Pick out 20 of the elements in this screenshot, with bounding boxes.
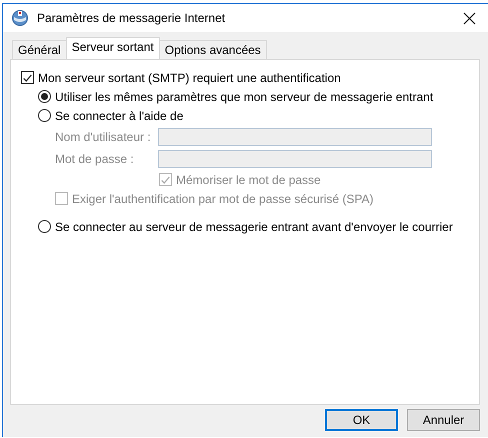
radio-label: Utiliser les mêmes paramètres que mon serveur de messagerie entrant (55, 90, 434, 104)
radio-label: Se connecter à l'aide de (55, 108, 184, 122)
radio-button[interactable] (38, 109, 51, 122)
window-title: Paramètres de messagerie Internet (37, 11, 226, 25)
radio-button[interactable] (38, 90, 51, 103)
tab[interactable]: Serveur sortant (66, 37, 160, 59)
checkbox-label: Mon serveur sortant (SMTP) requiert une authentification (38, 70, 341, 84)
globe-icon (11, 9, 29, 27)
checkbox-label: Mémoriser le mot de passe (176, 172, 321, 186)
radio-button[interactable] (38, 220, 51, 233)
checkbox[interactable] (21, 71, 34, 84)
ok-button[interactable]: OK (325, 409, 398, 431)
cancel-button[interactable]: Annuler (407, 409, 480, 431)
field-label: Mot de passe : (55, 152, 135, 166)
tab[interactable]: Options avancées (158, 40, 267, 59)
close-icon[interactable] (463, 12, 476, 24)
tab[interactable]: Général (12, 40, 67, 59)
radio-label: Se connecter au serveur de messagerie entrant avant d'envoyer le courrier (55, 220, 453, 234)
field-label: Nom d'utilisateur : (55, 130, 152, 144)
checkbox-label: Exiger l'authentification par mot de passe sécurisé (SPA) (72, 192, 374, 206)
